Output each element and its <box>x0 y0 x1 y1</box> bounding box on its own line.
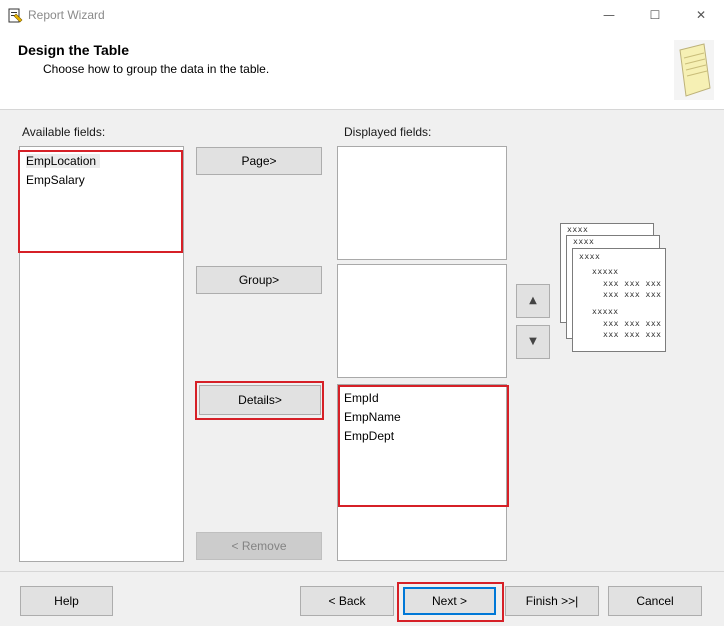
close-button[interactable]: ✕ <box>678 0 724 31</box>
move-up-button[interactable]: ▲ <box>516 284 550 318</box>
highlight-details-button <box>195 381 324 420</box>
back-button[interactable]: < Back <box>300 586 394 616</box>
preview-row: xxx xxx xxx <box>603 319 662 328</box>
page-button[interactable]: Page> <box>196 147 322 175</box>
remove-button[interactable]: < Remove <box>196 532 322 560</box>
cancel-button[interactable]: Cancel <box>608 586 702 616</box>
footer-divider <box>0 571 724 572</box>
group-fields-list[interactable] <box>337 264 507 378</box>
displayed-fields-label: Displayed fields: <box>344 125 432 139</box>
highlight-available-fields <box>18 150 183 253</box>
highlight-next-button <box>397 582 504 622</box>
cancel-button-label: Cancel <box>636 594 674 608</box>
preview-row: xxx xxx xxx <box>603 290 662 299</box>
highlight-details-fields <box>338 385 509 507</box>
preview-group-marker: xxxx <box>579 252 601 261</box>
page-subtitle: Choose how to group the data in the tabl… <box>43 62 270 76</box>
arrow-down-icon: ▼ <box>529 336 537 347</box>
page-button-label: Page> <box>241 154 277 168</box>
wizard-header: Design the Table Choose how to group the… <box>0 31 724 110</box>
remove-button-label: < Remove <box>231 539 287 553</box>
help-button[interactable]: Help <box>20 586 113 616</box>
group-button[interactable]: Group> <box>196 266 322 294</box>
group-button-label: Group> <box>238 273 280 287</box>
minimize-button[interactable]: — <box>586 0 632 31</box>
preview-sub-marker: xxxxx <box>592 267 619 276</box>
finish-button[interactable]: Finish >>| <box>505 586 599 616</box>
layout-preview: xxxx xxxx xxxx xxxxx xxx xxx xxx xxx xxx… <box>560 223 668 353</box>
preview-row: xxx xxx xxx <box>603 330 662 339</box>
page-fields-list[interactable] <box>337 146 507 260</box>
help-button-label: Help <box>54 594 79 608</box>
window-title: Report Wizard <box>28 8 105 22</box>
title-bar: Report Wizard — ☐ ✕ <box>0 0 724 31</box>
wizard-banner-icon <box>674 40 714 100</box>
preview-row: xxx xxx xxx <box>603 279 662 288</box>
finish-button-label: Finish >>| <box>525 594 579 608</box>
preview-group-marker: xxxx <box>573 237 595 246</box>
page-title: Design the Table <box>18 42 129 58</box>
preview-sub-marker: xxxxx <box>592 307 619 316</box>
back-button-label: < Back <box>328 594 366 608</box>
maximize-button[interactable]: ☐ <box>632 0 678 31</box>
available-fields-label: Available fields: <box>22 125 106 139</box>
report-wizard-icon <box>8 8 23 23</box>
preview-page: xxxx xxxxx xxx xxx xxx xxx xxx xxx xxxxx… <box>572 248 666 352</box>
preview-group-marker: xxxx <box>567 225 589 234</box>
arrow-up-icon: ▲ <box>529 295 537 306</box>
move-down-button[interactable]: ▼ <box>516 325 550 359</box>
